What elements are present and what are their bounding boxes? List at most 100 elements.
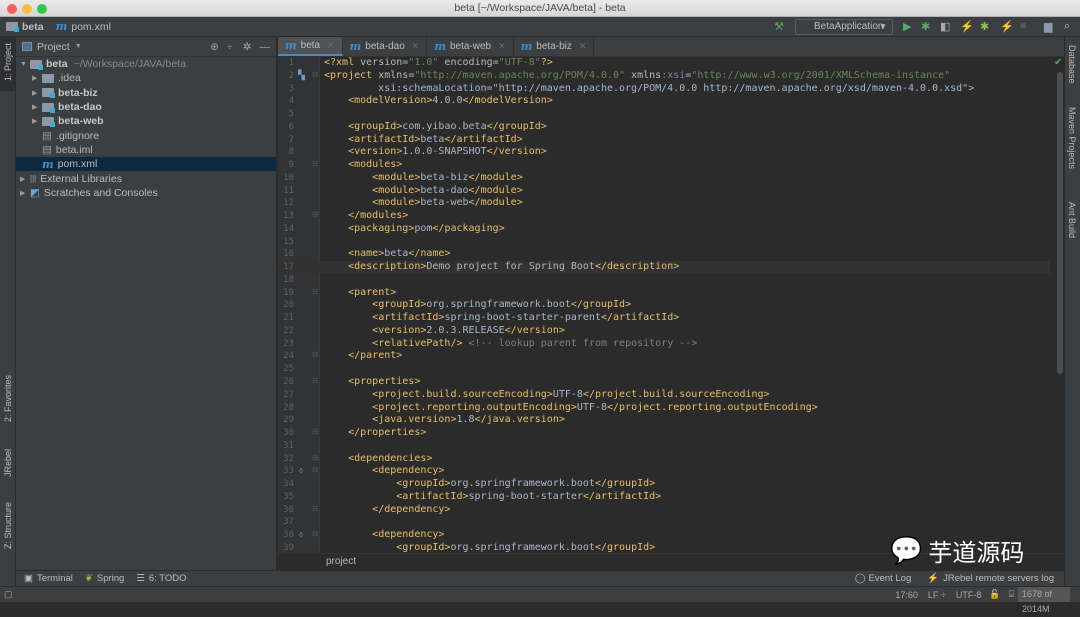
coverage-icon[interactable]: ◧ — [940, 20, 950, 33]
code-line[interactable]: 26 <properties> — [278, 376, 1050, 389]
gear-icon[interactable]: ✲ — [243, 41, 252, 53]
tree-item[interactable]: ▶ ||| External Libraries — [16, 171, 276, 185]
breadcrumb-project[interactable]: project — [326, 556, 356, 567]
line-separator[interactable]: LF ÷ — [928, 590, 946, 600]
code-line[interactable]: 21 <artifactId>spring-boot-starter-paren… — [278, 312, 1050, 325]
terminal-tool-button[interactable]: Terminal — [37, 573, 73, 584]
editor-scrollbar[interactable] — [1057, 72, 1063, 374]
tree-item[interactable]: ▶ beta-biz — [16, 86, 276, 100]
event-log-button[interactable]: Event Log — [868, 573, 911, 584]
nav-crumb-file[interactable]: m pom.xml — [56, 20, 111, 33]
collapse-all-icon[interactable]: ÷ — [227, 41, 233, 53]
maven-projects-tool-button[interactable]: Maven Projects — [1067, 107, 1077, 169]
jrebel-tool-button[interactable]: JRebel — [3, 449, 13, 477]
tab-beta[interactable]: m beta ✕ — [278, 37, 343, 56]
code-line[interactable]: 13 </modules> — [278, 210, 1050, 223]
code-line[interactable]: 16 <name>beta</name> — [278, 248, 1050, 261]
tree-item[interactable]: ▤ .gitignore — [16, 128, 276, 142]
expand-arrow-icon[interactable]: ▶ — [32, 89, 42, 97]
code-editor[interactable]: ⬨ ⬨ ▚ ⊟ ⊟ ⊟ ⊟ ⊟ ⊟ ⊟ ⊟ ⊟ ⊟ ⊟ 1 <?xml version="1.0" enco… — [278, 57, 1050, 553]
tree-item[interactable]: ▤ beta.iml — [16, 143, 276, 157]
tree-item[interactable]: m pom.xml — [16, 157, 276, 172]
jrebel-run-icon[interactable]: ⚡ — [960, 20, 974, 33]
expand-arrow-icon[interactable]: ▶ — [32, 74, 42, 82]
tree-item[interactable]: ▶ ◩ Scratches and Consoles — [16, 186, 276, 200]
lock-icon[interactable]: 🔓 — [989, 589, 1000, 600]
memory-indicator[interactable]: 1678 of 2014M — [1018, 587, 1080, 614]
caret-position[interactable]: 17:60 — [895, 590, 918, 600]
toggle-tool-windows-icon[interactable]: ▢ — [4, 589, 13, 600]
tree-item[interactable]: ▼ beta ~/Workspace/JAVA/beta — [16, 57, 276, 71]
code-line[interactable]: 27 <project.build.sourceEncoding>UTF-8</… — [278, 389, 1050, 402]
run-icon[interactable]: ▶ — [903, 20, 911, 33]
code-line[interactable]: 2 <project xmlns="http://maven.apache.org… — [278, 70, 1050, 83]
code-line[interactable]: 11 <module>beta-dao</module> — [278, 185, 1050, 198]
todo-tool-button[interactable]: 6: TODO — [149, 573, 187, 584]
structure-tool-button[interactable]: Z: Structure — [3, 502, 13, 549]
code-line[interactable]: 33 <dependency> — [278, 465, 1050, 478]
expand-arrow-icon[interactable]: ▶ — [20, 175, 30, 183]
code-line[interactable]: 8 <version>1.0.0-SNAPSHOT</version> — [278, 146, 1050, 159]
tab-beta-dao[interactable]: m beta-dao ✕ — [343, 37, 428, 56]
ant-build-tool-button[interactable]: Ant Build — [1067, 202, 1077, 238]
code-line[interactable]: 22 <version>2.0.3.RELEASE</version> — [278, 325, 1050, 338]
code-line[interactable]: 37 — [278, 516, 1050, 529]
code-line[interactable]: 17 <description>Demo project for Spring … — [278, 261, 1050, 274]
minimize-window-button[interactable] — [22, 4, 32, 14]
close-tab-icon[interactable]: ✕ — [498, 41, 506, 52]
build-hammer-icon[interactable]: ⚒ — [774, 20, 784, 33]
search-icon[interactable]: ⌕ — [1064, 20, 1070, 33]
project-tool-button[interactable]: 1: Project — [3, 43, 13, 81]
code-line[interactable]: 12 <module>beta-web</module> — [278, 197, 1050, 210]
code-line[interactable]: 3 xsi:schemaLocation="http://maven.apach… — [278, 83, 1050, 96]
code-line[interactable]: 24 </parent> — [278, 350, 1050, 363]
code-line[interactable]: 6 <groupId>com.yibao.beta</groupId> — [278, 121, 1050, 134]
tree-item[interactable]: ▶ beta-dao — [16, 100, 276, 114]
code-line[interactable]: 14 <packaging>pom</packaging> — [278, 223, 1050, 236]
close-tab-icon[interactable]: ✕ — [412, 41, 420, 52]
code-line[interactable]: 34 <groupId>org.springframework.boot</gr… — [278, 478, 1050, 491]
nav-crumb-project[interactable]: beta — [6, 21, 44, 33]
code-line[interactable]: 25 — [278, 363, 1050, 376]
code-line[interactable]: 1 <?xml version="1.0" encoding="UTF-8"?> — [278, 57, 1050, 70]
debug-icon[interactable]: ✱ — [921, 20, 930, 33]
tab-beta-biz[interactable]: m beta-biz ✕ — [514, 37, 595, 56]
expand-arrow-icon[interactable]: ▶ — [20, 189, 30, 197]
project-structure-icon[interactable]: ▆ — [1044, 20, 1052, 33]
close-window-button[interactable] — [7, 4, 17, 14]
tree-item[interactable]: ▶ beta-web — [16, 114, 276, 128]
code-line[interactable]: 29 <java.version>1.8</java.version> — [278, 414, 1050, 427]
code-line[interactable]: 28 <project.reporting.outputEncoding>UTF… — [278, 402, 1050, 415]
run-configuration-select[interactable]: BetaApplication ▼ — [795, 19, 893, 35]
chevron-down-icon[interactable]: ▼ — [75, 43, 82, 50]
code-line[interactable]: 23 <relativePath/> <!-- lookup parent fr… — [278, 338, 1050, 351]
code-line[interactable]: 32 <dependencies> — [278, 453, 1050, 466]
code-line[interactable]: 15 — [278, 236, 1050, 249]
code-line[interactable]: 35 <artifactId>spring-boot-starter</arti… — [278, 491, 1050, 504]
code-line[interactable]: 4 <modelVersion>4.0.0</modelVersion> — [278, 95, 1050, 108]
hide-panel-icon[interactable]: — — [260, 41, 271, 53]
code-line[interactable]: 5 — [278, 108, 1050, 121]
file-encoding[interactable]: UTF-8 — [956, 590, 982, 600]
code-line[interactable]: 18 — [278, 274, 1050, 287]
spring-tool-button[interactable]: Spring — [97, 573, 124, 584]
zoom-window-button[interactable] — [37, 4, 47, 14]
project-view-select[interactable]: Project — [37, 41, 70, 53]
jrebel-log-button[interactable]: JRebel remote servers log — [943, 573, 1054, 584]
code-line[interactable]: 31 — [278, 440, 1050, 453]
jrebel-debug-icon[interactable]: ✱ — [980, 20, 989, 33]
code-line[interactable]: 10 <module>beta-biz</module> — [278, 172, 1050, 185]
tree-item[interactable]: ▶ .idea — [16, 71, 276, 85]
code-line[interactable]: 36 </dependency> — [278, 504, 1050, 517]
code-line[interactable]: 19 <parent> — [278, 287, 1050, 300]
favorites-tool-button[interactable]: 2: Favorites — [3, 375, 13, 422]
tab-beta-web[interactable]: m beta-web ✕ — [427, 37, 514, 56]
expand-arrow-icon[interactable]: ▼ — [20, 61, 30, 68]
close-tab-icon[interactable]: ✕ — [579, 41, 587, 52]
close-tab-icon[interactable]: ✕ — [327, 40, 335, 51]
expand-arrow-icon[interactable]: ▶ — [32, 117, 42, 125]
database-tool-button[interactable]: Database — [1067, 45, 1077, 84]
code-line[interactable]: 7 <artifactId>beta</artifactId> — [278, 134, 1050, 147]
expand-arrow-icon[interactable]: ▶ — [32, 103, 42, 111]
scroll-from-source-icon[interactable]: ⊕ — [210, 41, 219, 53]
